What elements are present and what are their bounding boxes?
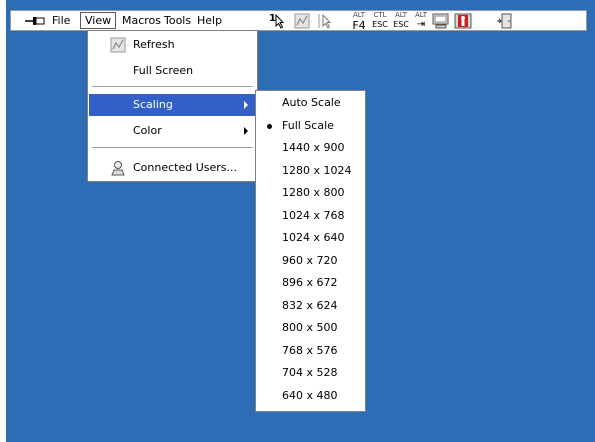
refresh-icon (110, 37, 126, 53)
alt-esc-bottom: ESC (393, 20, 409, 29)
alt-f4-bottom: F4 (352, 19, 366, 32)
scaling-option-selected[interactable]: Full Scale (257, 115, 364, 137)
scaling-option-label: 1024 x 768 (282, 209, 345, 222)
door-exit-icon[interactable] (496, 13, 512, 29)
alt-esc-icon[interactable]: ALT ESC (393, 11, 409, 29)
ctl-esc-top: CTL (373, 11, 387, 19)
scaling-option-label: 800 x 500 (282, 321, 338, 334)
scaling-option-label: Full Scale (282, 119, 334, 132)
scaling-option-label: 704 x 528 (282, 366, 338, 379)
menu-item-label: Scaling (133, 98, 173, 111)
toolbar: File View Macros Tools Help 1 ALT F4 CTL… (10, 10, 587, 31)
scaling-option-label: 1280 x 800 (282, 186, 345, 199)
scaling-option-label: 768 x 576 (282, 344, 338, 357)
refresh-icon[interactable] (294, 13, 310, 29)
scaling-option-label: 640 x 480 (282, 389, 338, 402)
scaling-option-label: 832 x 624 (282, 299, 338, 312)
scaling-option[interactable]: 640 x 480 (257, 385, 364, 407)
menu-item-connected-users[interactable]: Connected Users... (89, 157, 256, 179)
single-cursor-icon[interactable]: 1 (269, 13, 285, 29)
menu-separator (92, 86, 253, 88)
alt-tab-bottom: ⇥ (416, 19, 426, 30)
menu-item-label: Connected Users... (133, 161, 238, 174)
menu-separator (92, 147, 253, 149)
submenu-arrow-icon (244, 101, 248, 109)
menu-item-label: Full Screen (133, 64, 194, 77)
menu-file[interactable]: File (48, 12, 74, 29)
scaling-option[interactable]: 896 x 672 (257, 272, 364, 294)
users-icon (111, 161, 125, 176)
alt-f4-icon[interactable]: ALT F4 (351, 11, 367, 32)
scaling-option[interactable]: 1280 x 1024 (257, 160, 364, 182)
submenu-arrow-icon (244, 127, 248, 135)
scaling-option[interactable]: 1024 x 640 (257, 227, 364, 249)
dual-cursor-icon[interactable] (317, 13, 333, 29)
selected-bullet-icon (267, 124, 272, 129)
menu-tools[interactable]: Tools (160, 12, 195, 29)
scaling-option-label: Auto Scale (282, 96, 341, 109)
menu-macros[interactable]: Macros (118, 12, 165, 29)
scaling-option-label: 1024 x 640 (282, 231, 345, 244)
exit-user-icon[interactable] (454, 13, 472, 29)
scaling-option[interactable]: Auto Scale (257, 92, 364, 114)
alt-f4-top: ALT (352, 11, 365, 19)
scaling-option[interactable]: 1024 x 768 (257, 205, 364, 227)
scaling-option[interactable]: 1280 x 800 (257, 182, 364, 204)
scaling-option-label: 896 x 672 (282, 276, 338, 289)
menu-item-color[interactable]: Color (89, 120, 256, 142)
view-menu-dropdown: Refresh Full Screen Scaling Color Connec… (87, 30, 258, 182)
scaling-option[interactable]: 800 x 500 (257, 317, 364, 339)
ctl-esc-icon[interactable]: CTL ESC (372, 11, 388, 29)
menu-item-label: Refresh (133, 38, 175, 51)
menu-item-refresh[interactable]: Refresh (89, 34, 256, 56)
menu-help[interactable]: Help (193, 12, 226, 29)
pin-icon[interactable] (25, 15, 45, 27)
scaling-option[interactable]: 704 x 528 (257, 362, 364, 384)
scaling-option-label: 1440 x 900 (282, 141, 345, 154)
alt-tab-icon[interactable]: ALT ⇥ (413, 11, 429, 31)
alt-tab-top: ALT (414, 11, 427, 19)
menu-item-scaling[interactable]: Scaling (89, 94, 256, 116)
menu-item-label: Color (133, 124, 162, 137)
scaling-option[interactable]: 768 x 576 (257, 340, 364, 362)
ctl-esc-bottom: ESC (372, 20, 388, 29)
scaling-option[interactable]: 832 x 624 (257, 295, 364, 317)
cursor-number-label: 1 (269, 13, 276, 24)
menu-item-full-screen[interactable]: Full Screen (89, 60, 256, 82)
menu-view[interactable]: View (80, 12, 117, 29)
scaling-submenu: Auto Scale Full Scale 1440 x 900 1280 x … (255, 90, 366, 412)
scaling-option[interactable]: 960 x 720 (257, 250, 364, 272)
alt-esc-top: ALT (394, 11, 407, 19)
monitor-icon[interactable] (432, 13, 449, 29)
scaling-option-label: 1280 x 1024 (282, 164, 352, 177)
scaling-option-label: 960 x 720 (282, 254, 338, 267)
scaling-option[interactable]: 1440 x 900 (257, 137, 364, 159)
